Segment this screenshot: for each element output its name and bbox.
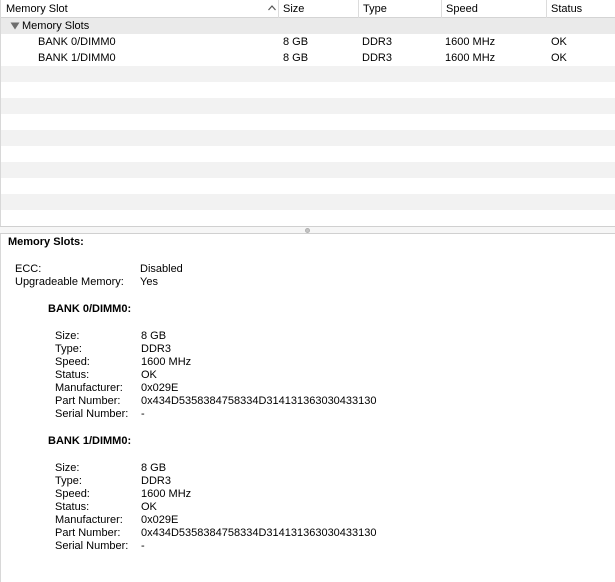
field-value: DDR3	[141, 343, 171, 355]
field-value: 0x434D5358384758334D314131363030433130	[141, 527, 377, 539]
empty-row	[1, 114, 615, 130]
field-label: Part Number:	[55, 395, 121, 407]
bank-title: BANK 0/DIMM0:	[48, 303, 132, 315]
empty-row	[1, 66, 615, 82]
cell-size: 8 GB	[283, 36, 309, 48]
field-label: Manufacturer:	[55, 382, 123, 394]
sort-ascending-icon[interactable]	[267, 3, 277, 13]
field-label: Status:	[55, 369, 90, 381]
table-row[interactable]: BANK 1/DIMM0 8 GB DDR3 1600 MHz OK	[1, 50, 615, 66]
cell-speed: 1600 MHz	[445, 36, 496, 48]
table-header: Memory Slot Size Type Speed Status	[1, 0, 615, 18]
empty-row	[1, 130, 615, 146]
bank-title: BANK 1/DIMM0:	[48, 435, 132, 447]
field-value: OK	[141, 501, 157, 513]
field-value: OK	[141, 369, 157, 381]
cell-type: DDR3	[362, 52, 392, 64]
cell-speed: 1600 MHz	[445, 52, 496, 64]
group-label: Memory Slots	[22, 20, 90, 32]
disclosure-triangle-expanded-icon[interactable]	[10, 22, 20, 30]
field-value: -	[141, 408, 145, 420]
memory-slot-table[interactable]: Memory Slot Size Type Speed Status Memor…	[0, 0, 615, 226]
field-label: Type:	[55, 343, 82, 355]
field-label: Type:	[55, 475, 82, 487]
detail-pane: Memory Slots: ECC: Disabled Upgradeable …	[0, 234, 615, 582]
field-label: Manufacturer:	[55, 514, 123, 526]
pane-splitter[interactable]	[0, 226, 615, 234]
empty-row	[1, 178, 615, 194]
field-label: Size:	[55, 462, 80, 474]
empty-row	[1, 162, 615, 178]
column-header-type[interactable]: Type	[358, 0, 441, 18]
cell-size: 8 GB	[283, 52, 309, 64]
table-row[interactable]: BANK 0/DIMM0 8 GB DDR3 1600 MHz OK	[1, 34, 615, 50]
field-value: 1600 MHz	[141, 356, 192, 368]
cell-slot: BANK 1/DIMM0	[38, 52, 116, 64]
empty-row	[1, 82, 615, 98]
field-value: 1600 MHz	[141, 488, 192, 500]
upgradeable-label: Upgradeable Memory:	[15, 276, 124, 288]
field-label: Speed:	[55, 356, 90, 368]
detail-heading: Memory Slots:	[8, 236, 84, 248]
field-value: DDR3	[141, 475, 171, 487]
field-value: 8 GB	[141, 330, 167, 342]
ecc-value: Disabled	[140, 263, 183, 275]
cell-status: OK	[551, 52, 567, 64]
field-label: Serial Number:	[55, 408, 129, 420]
ecc-label: ECC:	[15, 263, 42, 275]
column-header-memory-slot[interactable]: Memory Slot	[1, 0, 278, 18]
field-label: Status:	[55, 501, 90, 513]
field-value: 0x434D5358384758334D314131363030433130	[141, 395, 377, 407]
splitter-grip-icon[interactable]	[305, 228, 310, 233]
column-header-status[interactable]: Status	[546, 0, 615, 18]
field-value: -	[141, 540, 145, 552]
empty-row	[1, 146, 615, 162]
empty-row	[1, 194, 615, 210]
empty-row	[1, 98, 615, 114]
field-label: Part Number:	[55, 527, 121, 539]
cell-slot: BANK 0/DIMM0	[38, 36, 116, 48]
empty-row	[1, 210, 615, 226]
cell-status: OK	[551, 36, 567, 48]
upgradeable-value: Yes	[140, 276, 158, 288]
cell-type: DDR3	[362, 36, 392, 48]
column-header-size[interactable]: Size	[278, 0, 358, 18]
field-label: Speed:	[55, 488, 90, 500]
field-value: 0x029E	[141, 514, 179, 526]
field-label: Serial Number:	[55, 540, 129, 552]
field-value: 0x029E	[141, 382, 179, 394]
field-label: Size:	[55, 330, 80, 342]
column-header-speed[interactable]: Speed	[441, 0, 546, 18]
field-value: 8 GB	[141, 462, 167, 474]
group-row-memory-slots[interactable]: Memory Slots	[1, 18, 615, 34]
